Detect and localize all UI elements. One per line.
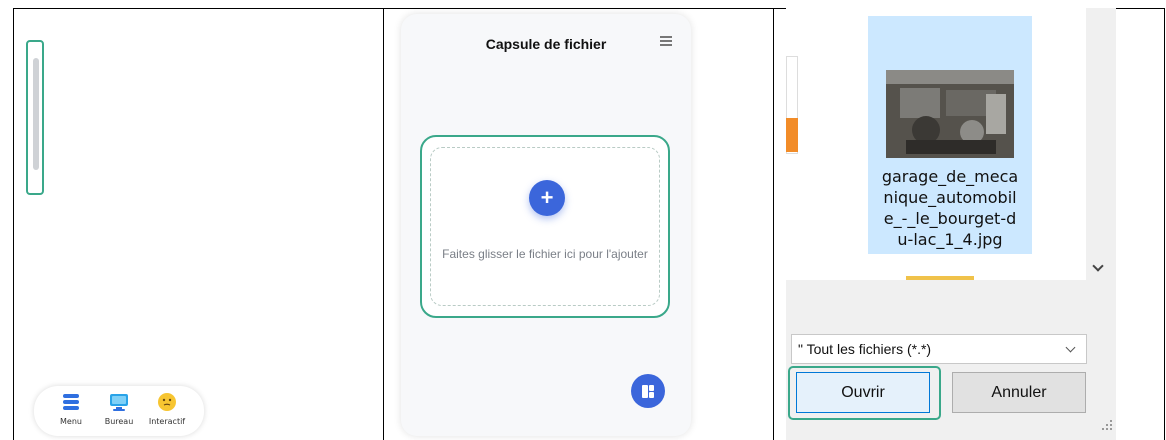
engine-photo-icon <box>886 70 1014 158</box>
frame-divider-2 <box>773 8 774 440</box>
resize-grip-icon[interactable] <box>1100 418 1114 432</box>
file-list-scrollbar[interactable] <box>1086 8 1116 280</box>
taskbar-item-menu[interactable]: Menu <box>46 391 96 426</box>
taskbar: Menu Bureau Interactif <box>34 386 204 436</box>
taskbar-item-bureau[interactable]: Bureau <box>94 391 144 426</box>
monitor-icon <box>110 394 128 411</box>
file-thumbnail-image <box>886 70 1014 158</box>
page-title: Capsule de fichier <box>485 36 607 52</box>
capsule-window: Capsule de fichier + Faites glisser le f… <box>401 14 691 436</box>
taskbar-item-interactif[interactable]: Interactif <box>142 391 192 426</box>
cancel-button[interactable]: Annuler <box>952 372 1086 413</box>
taskbar-item-label: Bureau <box>104 417 134 426</box>
frame-divider-left <box>13 8 14 440</box>
file-drop-zone[interactable]: + Faites glisser le fichier ici pour l'a… <box>420 135 670 318</box>
taskbar-item-label: Interactif <box>148 417 186 426</box>
file-type-filter-value: " Tout les fichiers (*.*) <box>798 341 932 357</box>
screenshot-root: Menu Bureau Interactif Capsule de fichie… <box>0 0 1166 440</box>
selected-file-item[interactable]: garage_de_meca nique_automobil e_-_le_bo… <box>868 16 1032 254</box>
partial-file-thumbnail-accent <box>786 118 798 152</box>
chevron-down-icon <box>1065 342 1076 353</box>
layout-panels-icon <box>642 385 654 398</box>
open-button[interactable]: Ouvrir <box>796 372 930 413</box>
layout-toggle-button[interactable] <box>631 374 665 408</box>
file-type-filter-select[interactable]: " Tout les fichiers (*.*) <box>791 334 1087 364</box>
file-name-label: garage_de_meca nique_automobil e_-_le_bo… <box>881 167 1019 249</box>
drop-zone-dashed-border <box>430 147 660 306</box>
menu-stack-icon <box>63 394 79 410</box>
drop-zone-hint: Faites glisser le fichier ici pour l'ajo… <box>442 247 648 261</box>
taskbar-item-label: Menu <box>60 417 82 426</box>
thinking-face-icon <box>158 393 176 411</box>
collapsed-sidebar-handle[interactable] <box>26 40 44 195</box>
frame-divider-1 <box>383 8 384 440</box>
frame-divider-right <box>1164 8 1165 440</box>
sidebar-scrollbar-thumb[interactable] <box>33 58 39 170</box>
hamburger-menu-icon[interactable] <box>660 36 672 46</box>
add-file-button[interactable]: + <box>529 180 565 216</box>
